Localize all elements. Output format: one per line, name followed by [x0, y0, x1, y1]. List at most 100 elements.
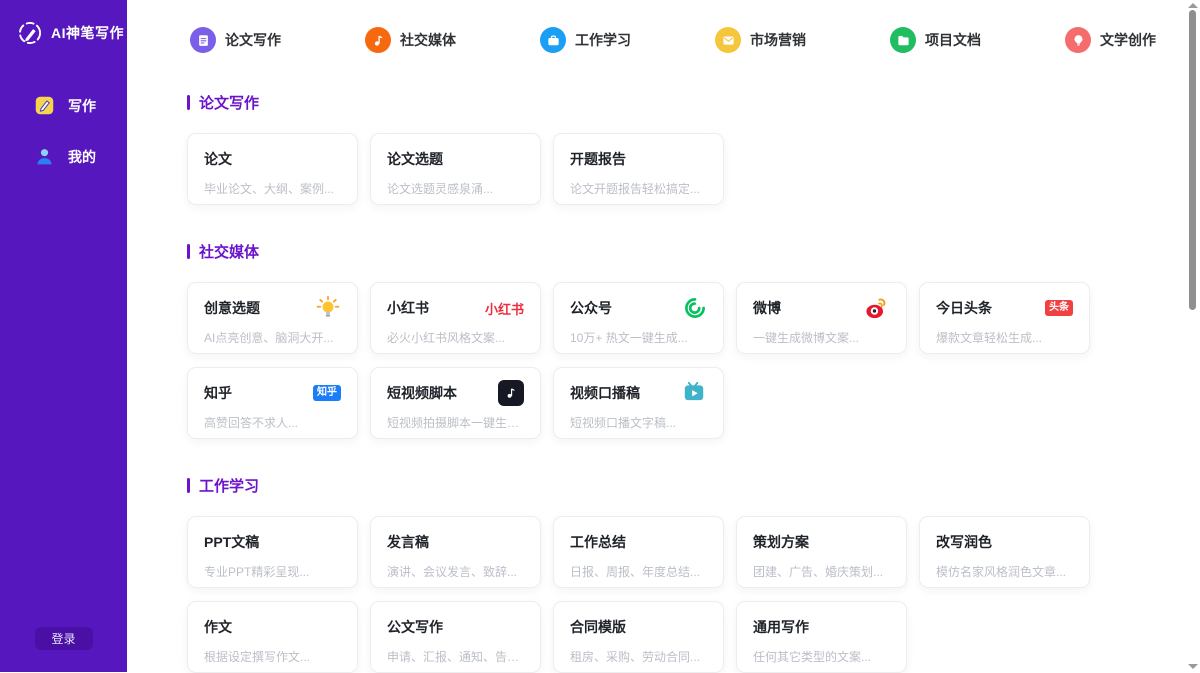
tab-marketing[interactable]: 市场营销 [715, 27, 806, 53]
card-title: 论文 [204, 149, 232, 169]
tab-work-study[interactable]: 工作学习 [540, 27, 631, 53]
memo-pencil-icon [34, 95, 55, 116]
tool-card[interactable]: 论文毕业论文、大纲、案例... [187, 133, 358, 205]
card-title: 公众号 [570, 298, 612, 318]
note-icon [365, 27, 391, 53]
section-title-bar [187, 244, 190, 259]
card-grid: PPT文稿专业PPT精彩呈现...发言稿演讲、会议发言、致辞...工作总结日报、… [187, 516, 1090, 673]
card-description: 专业PPT精彩呈现... [204, 563, 341, 580]
card-title: 作文 [204, 617, 232, 637]
card-description: 论文开题报告轻松搞定... [570, 180, 707, 197]
card-title: 工作总结 [570, 532, 626, 552]
top-tabs: 论文写作 社交媒体 工作学习 市场营销 项目文档 文学创作 [127, 0, 1200, 80]
tool-card[interactable]: 改写润色模仿名家风格润色文章... [919, 516, 1090, 588]
folder-icon [890, 27, 916, 53]
document-icon [196, 33, 211, 48]
user-icon [34, 146, 55, 167]
bulb-icon [1065, 27, 1091, 53]
tool-card[interactable]: 论文选题论文选题灵感泉涌... [370, 133, 541, 205]
section-title: 论文写作 [187, 92, 1090, 113]
card-title: 创意选题 [204, 298, 260, 318]
card-description: 日报、周报、年度总结... [570, 563, 707, 580]
tab-label: 工作学习 [575, 30, 631, 50]
card-title: 小红书 [387, 298, 429, 318]
tool-card[interactable]: 工作总结日报、周报、年度总结... [553, 516, 724, 588]
tab-literary-creation[interactable]: 文学创作 [1065, 27, 1156, 53]
tool-card[interactable]: 通用写作任何其它类型的文案... [736, 601, 907, 673]
tool-card[interactable]: 今日头条 头条爆款文章轻松生成... [919, 282, 1090, 354]
card-description: AI点亮创意、脑洞大开... [204, 329, 341, 346]
tool-card[interactable]: 知乎知乎高赞回答不求人... [187, 367, 358, 439]
card-title: 微博 [753, 298, 781, 318]
login-button[interactable]: 登录 [35, 627, 93, 650]
card-description: 申请、汇报、通知、告示... [387, 648, 524, 665]
tool-card[interactable]: 公文写作申请、汇报、通知、告示... [370, 601, 541, 673]
tool-card[interactable]: 合同模版租房、采购、劳动合同... [553, 601, 724, 673]
card-description: 必火小红书风格文案... [387, 329, 524, 346]
app-title: AI神笔写作 [51, 23, 124, 43]
tool-card[interactable]: 短视频脚本短视频拍摄脚本一键生成... [370, 367, 541, 439]
tab-paper-writing[interactable]: 论文写作 [190, 27, 281, 53]
card-title: 视频口播稿 [570, 383, 640, 403]
briefcase-icon [546, 33, 561, 48]
document-icon [190, 27, 216, 53]
main-content: 论文写作社交媒体工作学习市场营销项目文档文学创作 论文写作论文毕业论文、大纲、案… [127, 0, 1200, 673]
sidebar-nav: 写作我的 [0, 87, 127, 175]
card-title: 合同模版 [570, 617, 626, 637]
sidebar-item-label: 写作 [68, 96, 96, 116]
tab-project-docs[interactable]: 项目文档 [890, 27, 981, 53]
card-description: 任何其它类型的文案... [753, 648, 890, 665]
card-description: 论文选题灵感泉涌... [387, 180, 524, 197]
section-work-study: 工作学习PPT文稿专业PPT精彩呈现...发言稿演讲、会议发言、致辞...工作总… [187, 475, 1090, 673]
scroll-up-arrow-icon[interactable] [1188, 3, 1198, 8]
scrollbar [1185, 0, 1200, 672]
card-title: 论文选题 [387, 149, 443, 169]
card-description: 租房、采购、劳动合同... [570, 648, 707, 665]
card-description: 一键生成微博文案... [753, 329, 890, 346]
section-title-text: 工作学习 [199, 475, 259, 496]
note-icon [371, 33, 386, 48]
tool-card[interactable]: 小红书 小红书必火小红书风格文案... [370, 282, 541, 354]
folder-icon [896, 33, 911, 48]
pen-swirl-logo-icon [16, 19, 44, 47]
tool-card[interactable]: 创意选题 AI点亮创意、脑洞大开... [187, 282, 358, 354]
tool-card[interactable]: PPT文稿专业PPT精彩呈现... [187, 516, 358, 588]
tool-card[interactable]: 发言稿演讲、会议发言、致辞... [370, 516, 541, 588]
tool-card[interactable]: 开题报告论文开题报告轻松搞定... [553, 133, 724, 205]
card-description: 根据设定撰写作文... [204, 648, 341, 665]
idea-bulb-icon [315, 295, 341, 321]
section-social-media: 社交媒体创意选题AI点亮创意、脑洞大开...小红书小红书必火小红书风格文案...… [187, 241, 1090, 439]
mail-icon [715, 27, 741, 53]
tab-label: 论文写作 [225, 30, 281, 50]
card-description: 演讲、会议发言、致辞... [387, 563, 524, 580]
tool-card[interactable]: 策划方案团建、广告、婚庆策划... [736, 516, 907, 588]
scroll-down-arrow-icon[interactable] [1188, 664, 1198, 669]
xiaohongshu-logo-icon: 小红书 [485, 299, 524, 318]
mail-icon [721, 33, 736, 48]
zhihu-badge-icon: 知乎 [313, 385, 341, 401]
card-description: 毕业论文、大纲、案例... [204, 180, 341, 197]
scrollbar-thumb[interactable] [1189, 10, 1196, 310]
card-grid: 论文毕业论文、大纲、案例...论文选题论文选题灵感泉涌...开题报告论文开题报告… [187, 133, 1090, 205]
card-title: 今日头条 [936, 298, 992, 318]
tool-card[interactable]: 公众号10万+ 热文一键生成... [553, 282, 724, 354]
tool-card[interactable]: 视频口播稿短视频口播文字稿... [553, 367, 724, 439]
card-title: 开题报告 [570, 149, 626, 169]
tab-label: 项目文档 [925, 30, 981, 50]
sidebar-item-mine[interactable]: 我的 [0, 138, 127, 175]
sidebar-item-label: 我的 [68, 147, 96, 167]
tool-card[interactable]: 微博一键生成微博文案... [736, 282, 907, 354]
sidebar-item-writing[interactable]: 写作 [0, 87, 127, 124]
bulb-icon [1071, 33, 1086, 48]
card-description: 爆款文章轻松生成... [936, 329, 1073, 346]
briefcase-icon [540, 27, 566, 53]
card-title: 策划方案 [753, 532, 809, 552]
card-description: 模仿名家风格润色文章... [936, 563, 1073, 580]
tab-social-media[interactable]: 社交媒体 [365, 27, 456, 53]
card-title: 知乎 [204, 383, 232, 403]
sections-container: 论文写作论文毕业论文、大纲、案例...论文选题论文选题灵感泉涌...开题报告论文… [127, 80, 1200, 673]
card-title: 公文写作 [387, 617, 443, 637]
tool-card[interactable]: 作文根据设定撰写作文... [187, 601, 358, 673]
tab-label: 文学创作 [1100, 30, 1156, 50]
toutiao-badge-icon: 头条 [1045, 300, 1073, 316]
